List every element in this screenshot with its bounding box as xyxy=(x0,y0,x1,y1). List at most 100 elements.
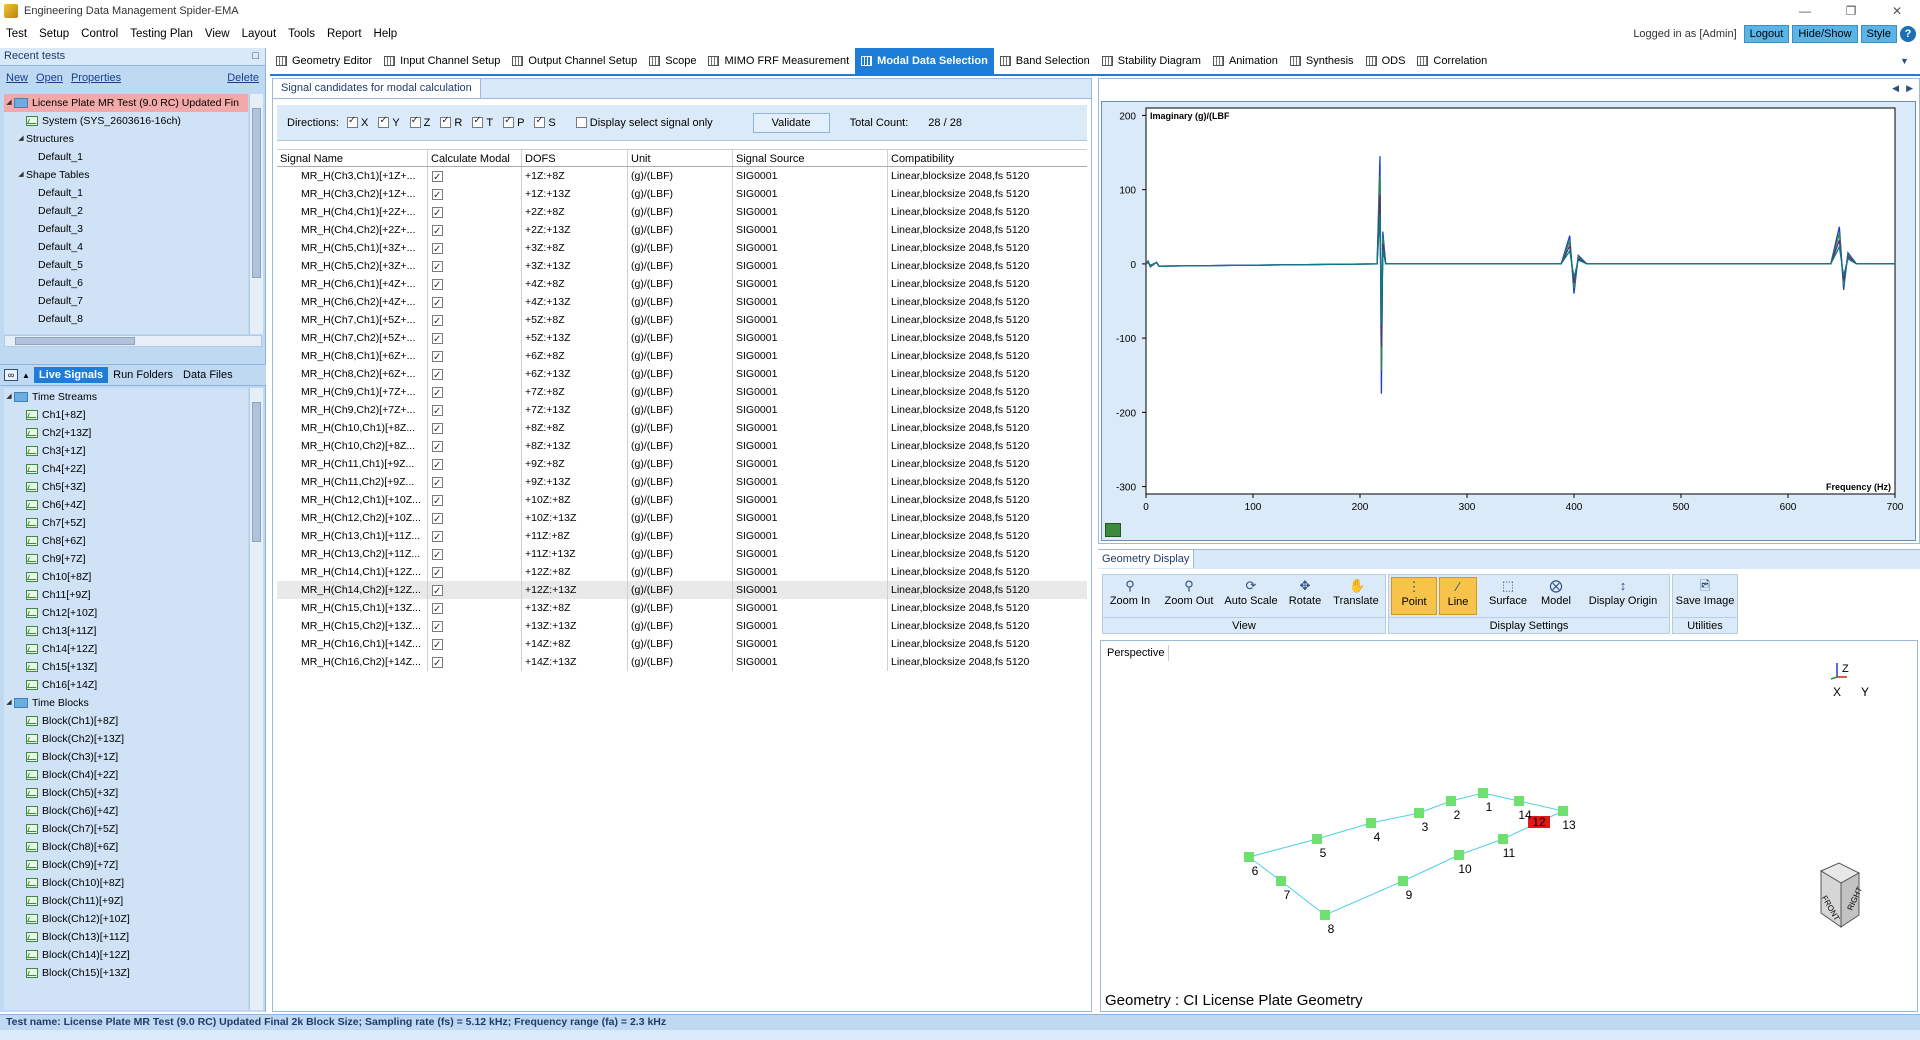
calculate-modal-checkbox[interactable] xyxy=(432,439,443,455)
new-link[interactable]: New xyxy=(6,72,28,84)
properties-link[interactable]: Properties xyxy=(71,72,121,84)
calculate-modal-checkbox[interactable] xyxy=(432,655,443,671)
geometry-node[interactable] xyxy=(1276,876,1286,886)
calculate-modal-checkbox[interactable] xyxy=(432,493,443,509)
calculate-modal-checkbox[interactable] xyxy=(432,511,443,527)
line-button[interactable]: ∕ Line xyxy=(1439,577,1477,615)
tab-band-selection[interactable]: Band Selection xyxy=(994,48,1096,74)
direction-checkbox[interactable] xyxy=(534,115,546,128)
direction-checkbox[interactable] xyxy=(503,115,515,128)
recent-tree-item[interactable]: Default_2 xyxy=(4,202,248,220)
signal-item[interactable]: Block(Ch5)[+3Z] xyxy=(4,784,248,802)
table-row[interactable]: MR_H(Ch10,Ch2)[+8Z... +8Z:+13Z(g)/(LBF)SI… xyxy=(277,437,1087,455)
tab-geometry-editor[interactable]: Geometry Editor xyxy=(270,48,378,74)
save-image-button[interactable]: 🖻 Save Image xyxy=(1675,577,1735,615)
geometry-node[interactable] xyxy=(1312,834,1322,844)
signal-group-header[interactable]: ◢ Time Blocks xyxy=(4,694,248,712)
table-row[interactable]: MR_H(Ch3,Ch2)[+1Z+... +1Z:+13Z(g)/(LBF)SI… xyxy=(277,185,1087,203)
direction-y[interactable]: Y xyxy=(378,115,400,129)
signal-item[interactable]: Ch5[+3Z] xyxy=(4,478,248,496)
hscroll-thumb[interactable] xyxy=(15,337,135,345)
tab-run-folders[interactable]: Run Folders xyxy=(108,367,178,383)
menu-test[interactable]: Test xyxy=(0,28,33,40)
tab-modal-data-selection[interactable]: Modal Data Selection xyxy=(855,48,994,74)
calculate-modal-checkbox[interactable] xyxy=(432,187,443,203)
table-row[interactable]: MR_H(Ch6,Ch1)[+4Z+... +4Z:+8Z(g)/(LBF)SIG… xyxy=(277,275,1087,293)
expand-icon[interactable]: ◢ xyxy=(16,166,26,184)
model-button[interactable]: ⨂ Model xyxy=(1535,577,1577,615)
signal-item[interactable]: Block(Ch12)[+10Z] xyxy=(4,910,248,928)
geometry-node[interactable] xyxy=(1454,850,1464,860)
signal-item[interactable]: Ch13[+11Z] xyxy=(4,622,248,640)
expand-icon[interactable]: ◢ xyxy=(4,388,14,406)
recent-tree-item[interactable]: Default_1 xyxy=(4,184,248,202)
nav-right-icon[interactable]: ▶ xyxy=(1906,83,1913,94)
geometry-viewport[interactable]: Perspective Z X Y FRONT RIGHT 1234567891… xyxy=(1100,640,1918,1012)
geometry-node[interactable] xyxy=(1498,834,1508,844)
signal-item[interactable]: Block(Ch10)[+8Z] xyxy=(4,874,248,892)
geometry-node[interactable] xyxy=(1558,806,1568,816)
table-row[interactable]: MR_H(Ch4,Ch2)[+2Z+... +2Z:+13Z(g)/(LBF)SI… xyxy=(277,221,1087,239)
calculate-modal-checkbox[interactable] xyxy=(432,169,443,185)
signal-item[interactable]: Ch9[+7Z] xyxy=(4,550,248,568)
menu-help[interactable]: Help xyxy=(368,28,404,40)
tab-animation[interactable]: Animation xyxy=(1207,48,1284,74)
expand-icon[interactable]: ◢ xyxy=(4,94,14,112)
table-row[interactable]: MR_H(Ch7,Ch1)[+5Z+... +5Z:+8Z(g)/(LBF)SIG… xyxy=(277,311,1087,329)
table-row[interactable]: MR_H(Ch10,Ch1)[+8Z... +8Z:+8Z(g)/(LBF)SIG… xyxy=(277,419,1087,437)
signal-tree-scrollbar[interactable] xyxy=(249,388,263,1010)
scroll-thumb[interactable] xyxy=(252,108,261,278)
tabs-overflow-icon[interactable]: ▼ xyxy=(1900,56,1909,66)
table-row[interactable]: MR_H(Ch11,Ch1)[+9Z... +9Z:+8Z(g)/(LBF)SIG… xyxy=(277,455,1087,473)
rotate-button[interactable]: ✥ Rotate xyxy=(1283,577,1327,615)
scroll-thumb[interactable] xyxy=(252,402,261,542)
view-cube-icon[interactable]: FRONT RIGHT xyxy=(1820,862,1864,928)
column-header[interactable]: Compatibility xyxy=(888,150,1087,166)
calculate-modal-checkbox[interactable] xyxy=(432,205,443,221)
nav-left-icon[interactable]: ◀ xyxy=(1892,83,1899,94)
point-button[interactable]: ⋮ Point xyxy=(1391,577,1437,615)
table-row[interactable]: MR_H(Ch16,Ch1)[+14Z... +14Z:+8Z(g)/(LBF)S… xyxy=(277,635,1087,653)
display-origin-button[interactable]: ↕ Display Origin xyxy=(1579,577,1667,615)
column-header[interactable]: Signal Name xyxy=(277,150,428,166)
dropdown-arrow-icon[interactable]: ▲ xyxy=(22,371,30,380)
tab-mimo-frf-measurement[interactable]: MIMO FRF Measurement xyxy=(702,48,855,74)
translate-button[interactable]: ✋ Translate xyxy=(1329,577,1383,615)
calculate-modal-checkbox[interactable] xyxy=(432,601,443,617)
menu-setup[interactable]: Setup xyxy=(33,28,75,40)
calculate-modal-checkbox[interactable] xyxy=(432,529,443,545)
candidates-tab[interactable]: Signal candidates for modal calculation xyxy=(273,79,481,98)
table-row[interactable]: MR_H(Ch13,Ch1)[+11Z... +11Z:+8Z(g)/(LBF)S… xyxy=(277,527,1087,545)
table-row[interactable]: MR_H(Ch14,Ch1)[+12Z... +12Z:+8Z(g)/(LBF)S… xyxy=(277,563,1087,581)
tab-input-channel-setup[interactable]: Input Channel Setup xyxy=(378,48,506,74)
plot-area[interactable] xyxy=(1145,107,1896,495)
menu-tools[interactable]: Tools xyxy=(282,28,321,40)
auto-scale-button[interactable]: ⟳ Auto Scale xyxy=(1221,577,1281,615)
direction-checkbox[interactable] xyxy=(378,115,390,128)
calculate-modal-checkbox[interactable] xyxy=(432,457,443,473)
menu-control[interactable]: Control xyxy=(75,28,124,40)
calculate-modal-checkbox[interactable] xyxy=(432,475,443,491)
signal-group-header[interactable]: ◢ Time Streams xyxy=(4,388,248,406)
column-header[interactable]: Calculate Modal xyxy=(428,150,522,166)
table-row[interactable]: MR_H(Ch8,Ch1)[+6Z+... +6Z:+8Z(g)/(LBF)SIG… xyxy=(277,347,1087,365)
tab-synthesis[interactable]: Synthesis xyxy=(1284,48,1360,74)
calculate-modal-checkbox[interactable] xyxy=(432,403,443,419)
logout-button[interactable]: Logout xyxy=(1743,25,1790,43)
column-header[interactable]: DOFS xyxy=(522,150,628,166)
table-row[interactable]: MR_H(Ch16,Ch2)[+14Z... +14Z:+13Z(g)/(LBF)… xyxy=(277,653,1087,671)
table-row[interactable]: MR_H(Ch13,Ch2)[+11Z... +11Z:+13Z(g)/(LBF)… xyxy=(277,545,1087,563)
delete-link[interactable]: Delete xyxy=(227,72,259,84)
calculate-modal-checkbox[interactable] xyxy=(432,637,443,653)
direction-r[interactable]: R xyxy=(440,115,462,129)
table-row[interactable]: MR_H(Ch15,Ch2)[+13Z... +13Z:+13Z(g)/(LBF)… xyxy=(277,617,1087,635)
signal-item[interactable]: Ch6[+4Z] xyxy=(4,496,248,514)
table-row[interactable]: MR_H(Ch3,Ch1)[+1Z+... +1Z:+8Z(g)/(LBF)SIG… xyxy=(277,167,1087,185)
pin-icon[interactable]: □ xyxy=(252,50,259,62)
tab-correlation[interactable]: Correlation xyxy=(1411,48,1493,74)
calculate-modal-checkbox[interactable] xyxy=(432,565,443,581)
signal-item[interactable]: Ch2[+13Z] xyxy=(4,424,248,442)
calculate-modal-checkbox[interactable] xyxy=(432,331,443,347)
direction-t[interactable]: T xyxy=(472,115,493,129)
signal-item[interactable]: Block(Ch14)[+12Z] xyxy=(4,946,248,964)
